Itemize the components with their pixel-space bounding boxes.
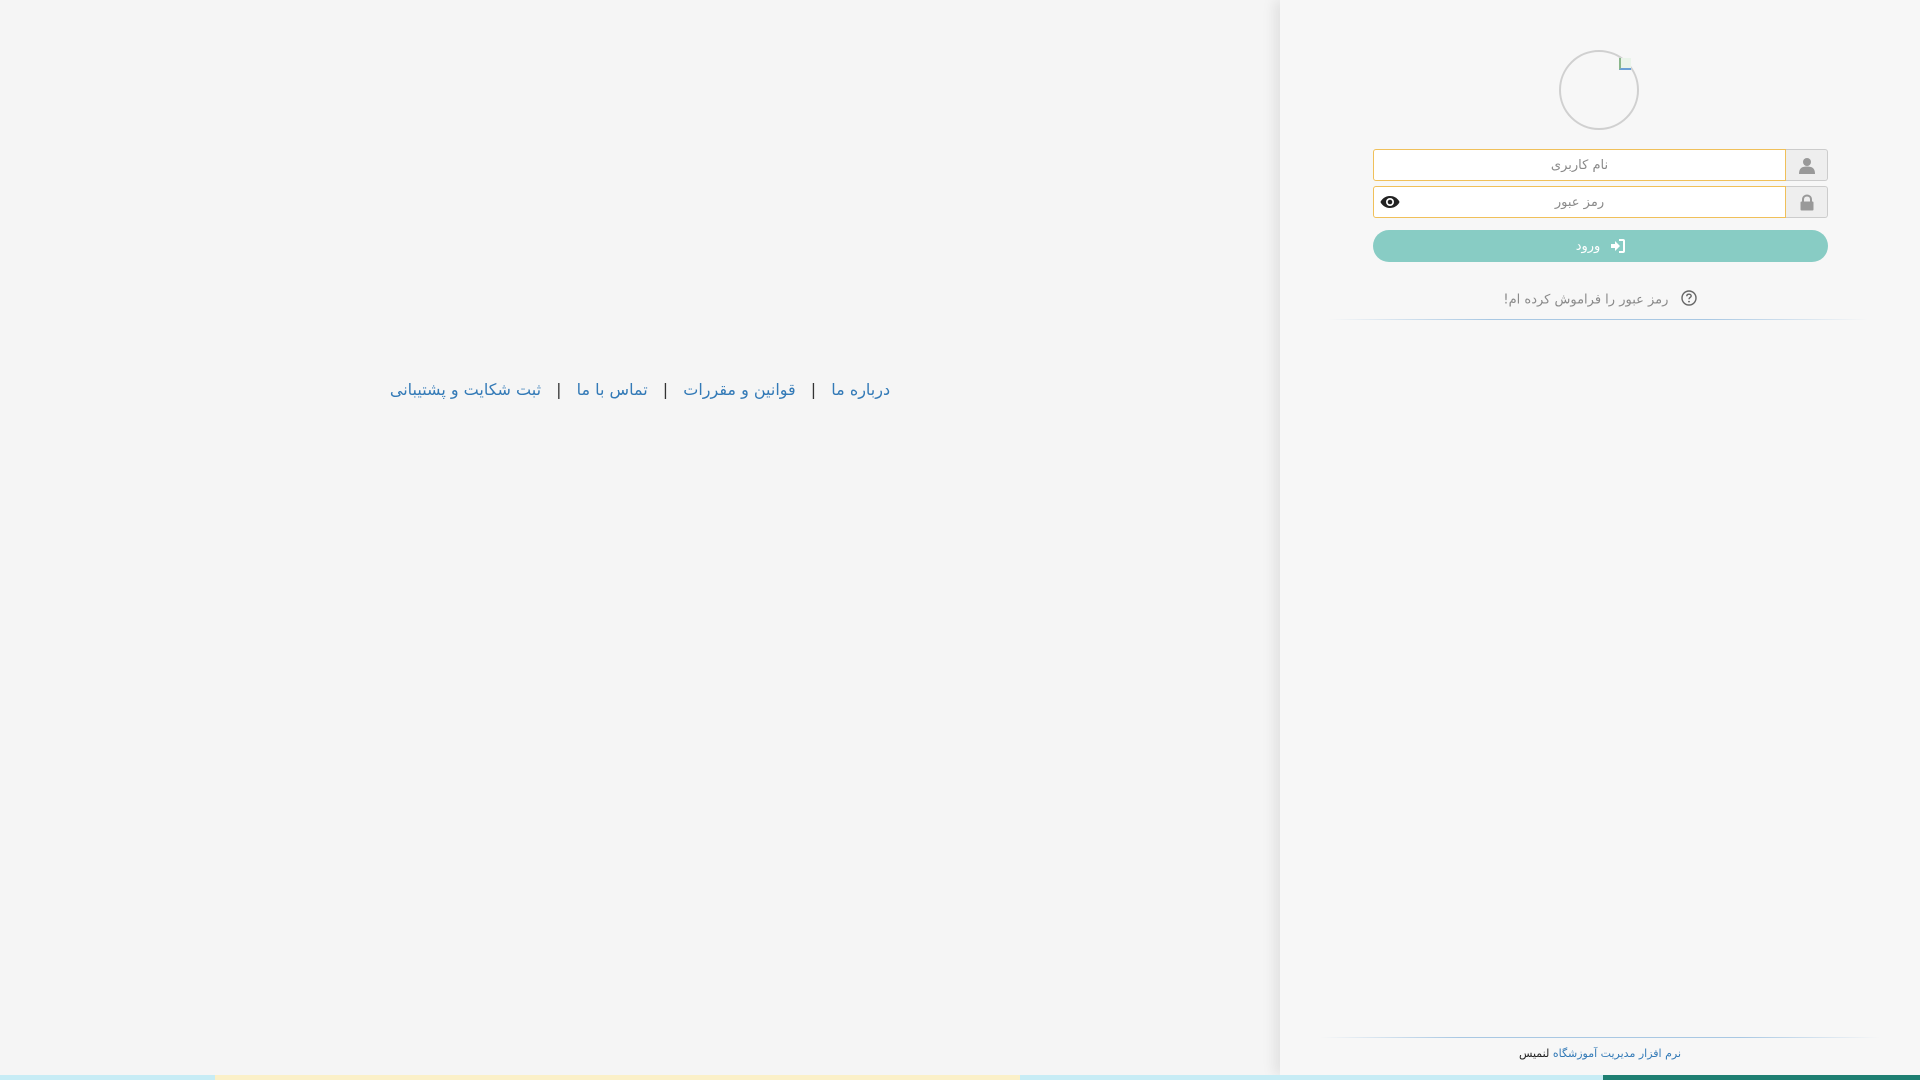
link-separator: | (810, 380, 817, 399)
footer-links: درباره ما | قوانین و مقررات | تماس با ما… (0, 380, 1280, 399)
bar-segment (1020, 1075, 1603, 1080)
link-separator: | (556, 380, 562, 399)
eye-icon[interactable] (1377, 190, 1403, 214)
left-background: درباره ما | قوانین و مقررات | تماس با ما… (0, 0, 1280, 1075)
sign-in-icon (1610, 239, 1626, 253)
password-input[interactable] (1373, 186, 1786, 218)
rules-link[interactable]: قوانین و مقررات (683, 380, 795, 399)
divider (1328, 319, 1868, 320)
question-circle-icon (1680, 290, 1697, 310)
bar-segment (215, 1075, 1020, 1080)
complaint-support-link[interactable]: ثبت شکایت و پشتیبانی (390, 380, 541, 399)
login-button[interactable]: ورود (1373, 230, 1828, 262)
lock-icon (1786, 186, 1828, 218)
username-input[interactable] (1373, 149, 1786, 181)
about-link[interactable]: درباره ما (831, 380, 890, 399)
password-row (1373, 186, 1828, 218)
credit-line: نرم افزار مدیریت آموزشگاه لنمیس (1280, 1047, 1920, 1060)
contact-link[interactable]: تماس با ما (577, 380, 648, 399)
bottom-color-bar (0, 1075, 1920, 1080)
username-row (1373, 149, 1828, 181)
user-icon (1786, 149, 1828, 181)
login-button-label: ورود (1575, 238, 1601, 254)
brand-name: لنمیس (1518, 1047, 1550, 1060)
bar-segment (0, 1075, 215, 1080)
login-panel: ورود رمز عبور را فراموش کرده ام! نرم افز… (1280, 0, 1920, 1075)
forgot-password-label: رمز عبور را فراموش کرده ام! (1503, 292, 1669, 308)
credit-link[interactable]: نرم افزار مدیریت آموزشگاه (1553, 1047, 1681, 1060)
broken-image-icon (1619, 58, 1631, 70)
divider (1320, 1037, 1880, 1038)
bar-segment (1603, 1075, 1920, 1080)
logo (1559, 50, 1639, 130)
link-separator: | (662, 380, 669, 399)
forgot-password-link[interactable]: رمز عبور را فراموش کرده ام! (1280, 290, 1920, 310)
